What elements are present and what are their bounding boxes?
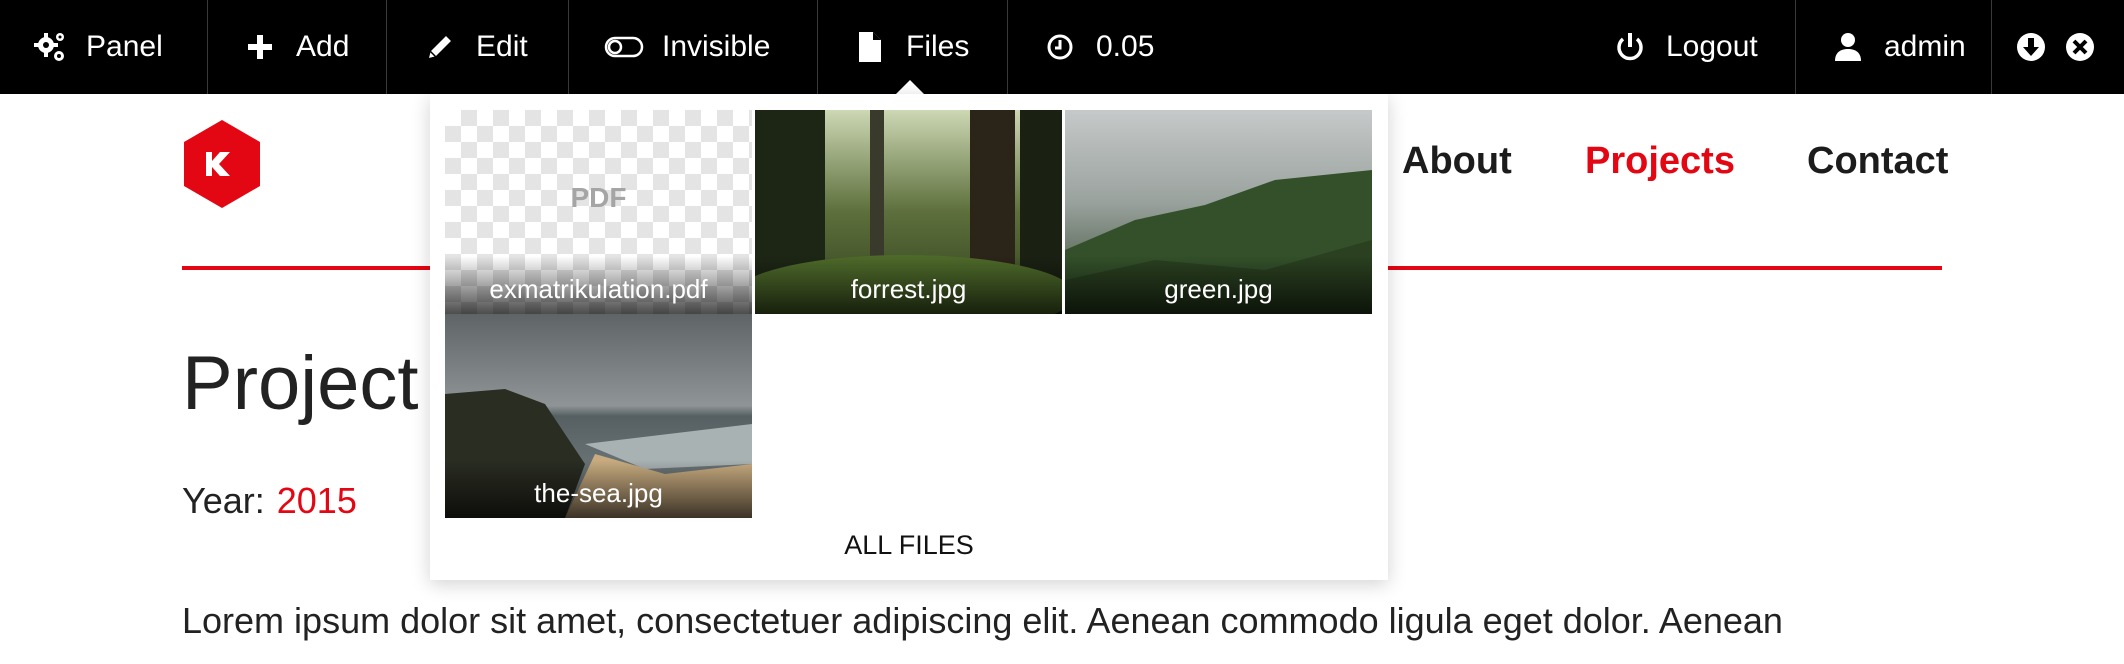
all-files-link[interactable]: ALL FILES [430,530,1388,561]
files-label: Files [906,30,970,63]
toolbar-divider [817,0,818,94]
file-tile[interactable]: forrest.jpg [755,110,1062,314]
add-label: Add [296,30,350,63]
file-tile[interactable]: the-sea.jpg [445,314,752,518]
file-name: exmatrikulation.pdf [445,256,752,314]
user-menu-button[interactable]: admin [1830,0,1966,94]
year-label: Year: [182,480,265,521]
admin-toolbar: Panel Add Edit Invisible Files 0.05 Logo… [0,0,2124,94]
toolbar-divider [568,0,569,94]
page-title: Project [182,341,419,426]
file-tile[interactable]: green.jpg [1065,110,1372,314]
gears-icon [32,29,68,65]
power-icon [1612,29,1648,65]
nav-about[interactable]: About [1402,140,1512,183]
invisible-label: Invisible [662,30,771,63]
file-name: forrest.jpg [755,256,1062,314]
timer-value: 0.05 [1096,30,1155,63]
file-name: green.jpg [1065,256,1372,314]
file-icon [852,29,888,65]
nav-projects[interactable]: Projects [1585,140,1735,183]
close-toolbar-button[interactable] [2062,0,2098,94]
nav-contact[interactable]: Contact [1807,140,1948,183]
toolbar-divider [207,0,208,94]
user-label: admin [1884,30,1966,63]
logout-label: Logout [1666,30,1758,63]
toolbar-divider [386,0,387,94]
close-circle-icon [2062,29,2098,65]
file-name: the-sea.jpg [445,460,752,518]
toolbar-divider [1991,0,1992,94]
render-timer: 0.05 [1042,0,1154,94]
panel-button[interactable]: Panel [32,0,163,94]
clock-icon [1042,29,1078,65]
invisible-toggle[interactable]: Invisible [604,0,770,94]
pencil-icon [422,29,458,65]
download-button[interactable] [2013,0,2049,94]
toolbar-divider [1795,0,1796,94]
logout-button[interactable]: Logout [1612,0,1758,94]
edit-button[interactable]: Edit [422,0,528,94]
year-value[interactable]: 2015 [277,480,357,521]
add-button[interactable]: Add [242,0,349,94]
intro-paragraph: Lorem ipsum dolor sit amet, consectetuer… [182,600,1783,641]
file-tile[interactable]: PDF exmatrikulation.pdf [445,110,752,314]
file-type-label: PDF [570,182,627,213]
toolbar-divider [1007,0,1008,94]
plus-icon [242,29,278,65]
project-year: Year: 2015 [182,480,357,522]
panel-label: Panel [86,30,163,63]
files-dropdown: PDF exmatrikulation.pdf forrest.jpg gree… [430,94,1388,580]
user-icon [1830,29,1866,65]
download-circle-icon [2013,29,2049,65]
edit-label: Edit [476,30,528,63]
toggle-icon [604,29,644,65]
dropdown-caret [895,80,925,95]
